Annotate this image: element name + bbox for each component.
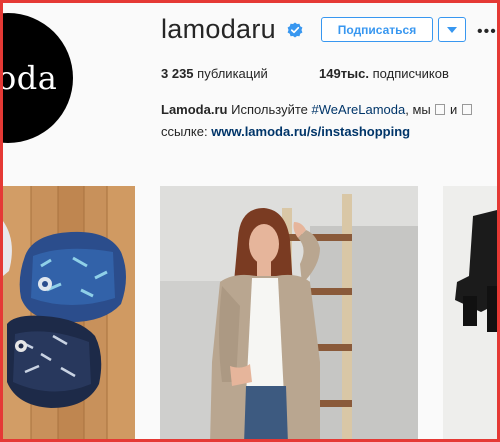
profile-username: lamodaru [161,14,276,44]
bio-name: Lamoda.ru [161,102,228,117]
bio-text-and: и [450,102,458,117]
missing-glyph-icon [461,104,472,115]
woman-photo-image [160,186,418,439]
post-thumbnail-woman-cardigan[interactable] [160,186,418,439]
bio-hashtag-link[interactable]: #WeAreLamoda [312,102,406,117]
more-options-icon[interactable]: ••• [477,23,497,41]
backpacks-photo-image [3,186,135,439]
missing-glyph-icon [435,104,446,115]
post-thumbnail-backpacks[interactable] [3,186,135,439]
bio-line-2: ссылке: www.lamoda.ru/s/instashopping [161,121,473,143]
bio-text-after: , мы [405,102,431,117]
profile-bio: Lamoda.ru Используйте #WeAreLamoda, мы и… [161,99,473,143]
screenshot-frame: oda lamodaru Подписаться ••• 3 235 публи… [0,0,500,442]
bio-line2-prefix: ссылке: [161,124,208,139]
chevron-down-icon [447,26,457,33]
post-thumbnail-boots[interactable] [443,186,497,439]
followers-stat[interactable]: 149тыс. подписчиков [319,66,449,81]
follow-options-button[interactable] [438,17,466,42]
posts-stat[interactable]: 3 235 публикаций [161,66,268,81]
followers-count: 149тыс. [319,66,370,81]
avatar-logo-text: oda [0,59,58,97]
bio-line-1: Lamoda.ru Используйте #WeAreLamoda, мы и [161,99,473,121]
follow-button[interactable]: Подписаться [321,17,433,42]
boots-photo-image [443,186,497,439]
bio-website-link[interactable]: www.lamoda.ru/s/instashopping [211,124,410,139]
bio-text-before: Используйте [231,102,308,117]
followers-label: подписчиков [372,66,449,81]
profile-avatar[interactable]: oda [0,13,73,143]
posts-count: 3 235 [161,66,194,81]
posts-label: публикаций [197,66,268,81]
verified-badge-icon [287,22,303,38]
